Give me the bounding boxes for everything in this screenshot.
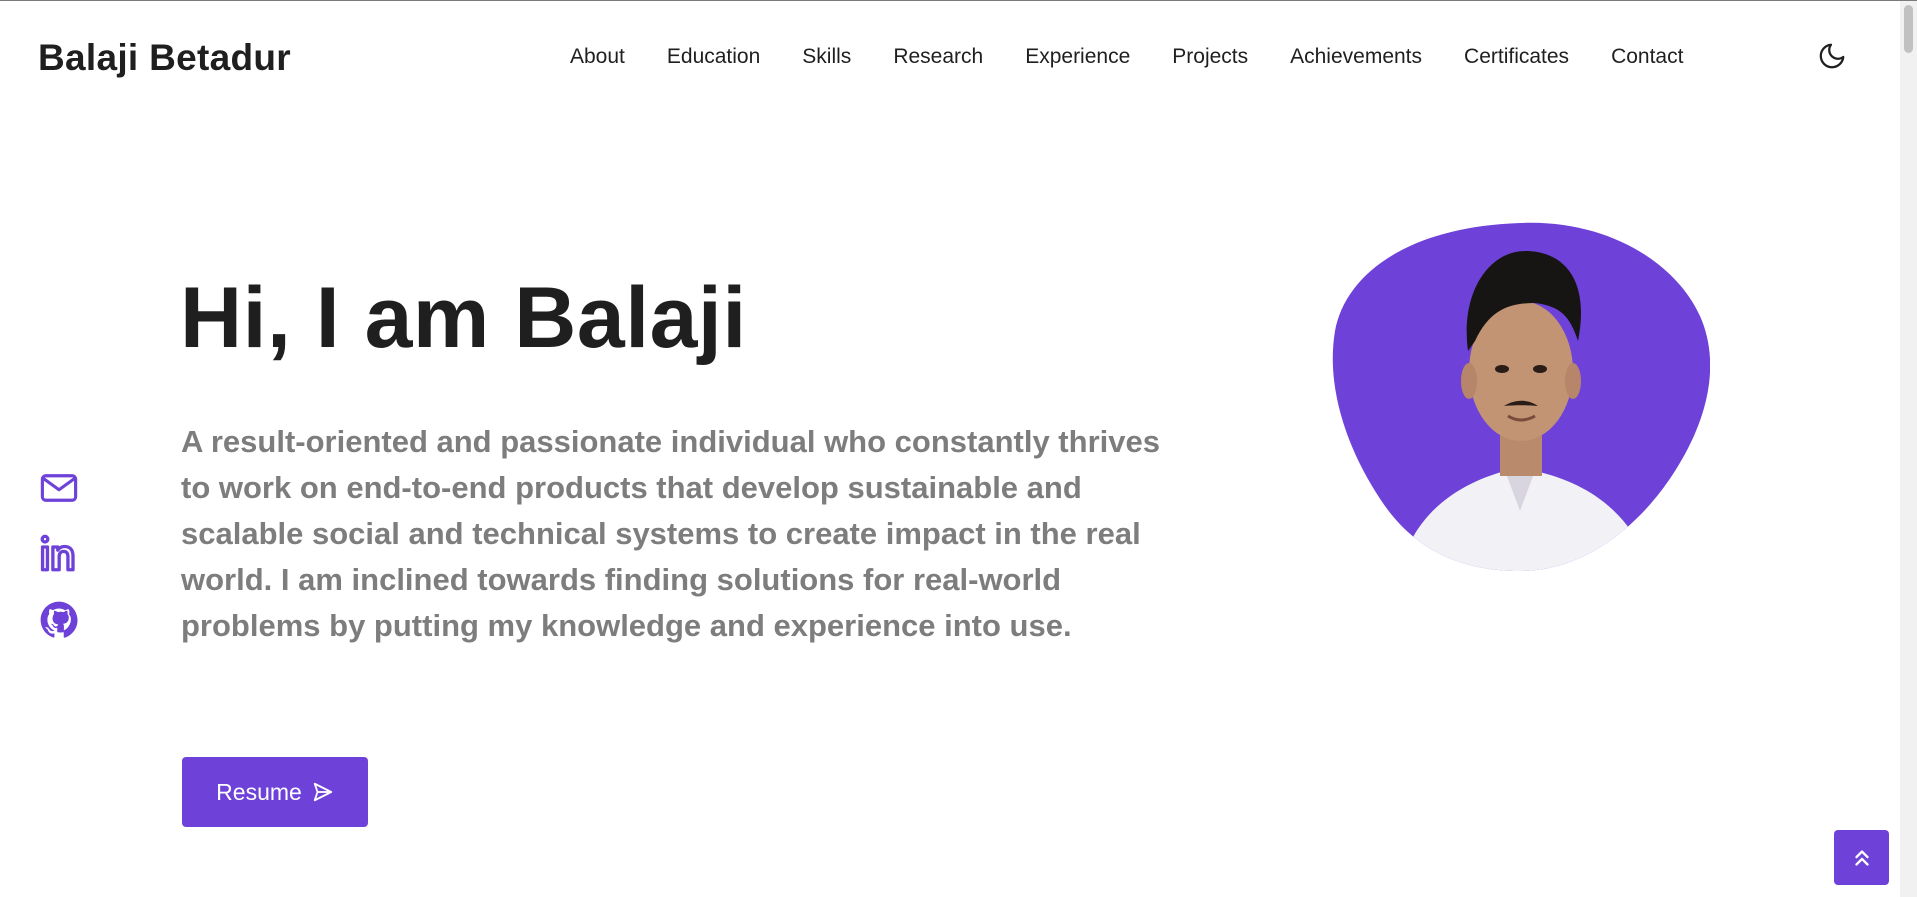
nav-link-certificates[interactable]: Certificates — [1464, 45, 1569, 69]
nav-link-about[interactable]: About — [570, 45, 625, 69]
email-link[interactable] — [38, 467, 80, 509]
send-icon — [313, 782, 332, 802]
hero-title: Hi, I am Balaji — [180, 270, 747, 366]
moon-icon — [1819, 43, 1845, 69]
nav-link-experience[interactable]: Experience — [1025, 45, 1130, 69]
mail-icon — [40, 474, 78, 502]
social-links — [38, 467, 80, 665]
scrollbar-thumb[interactable] — [1904, 5, 1913, 53]
header: Balaji Betadur About Education Skills Re… — [0, 1, 1917, 119]
profile-photo — [1330, 221, 1710, 573]
linkedin-icon — [40, 534, 75, 572]
nav-link-research[interactable]: Research — [893, 45, 983, 69]
brand-logo-text[interactable]: Balaji Betadur — [38, 37, 291, 79]
nav-link-contact[interactable]: Contact — [1611, 45, 1683, 69]
main-nav: About Education Skills Research Experien… — [570, 45, 1683, 69]
github-icon — [40, 601, 78, 638]
nav-link-projects[interactable]: Projects — [1172, 45, 1248, 69]
nav-link-education[interactable]: Education — [667, 45, 760, 69]
linkedin-link[interactable] — [38, 533, 80, 575]
page-scrollbar[interactable] — [1900, 1, 1917, 897]
nav-link-achievements[interactable]: Achievements — [1290, 45, 1422, 69]
scroll-to-top-button[interactable] — [1834, 830, 1889, 885]
github-link[interactable] — [38, 599, 80, 641]
page: Balaji Betadur About Education Skills Re… — [0, 0, 1917, 897]
nav-link-skills[interactable]: Skills — [802, 45, 851, 69]
hero-description: A result-oriented and passionate individ… — [181, 424, 1160, 643]
resume-button[interactable]: Resume — [182, 757, 368, 827]
theme-toggle-button[interactable] — [1817, 41, 1847, 71]
double-chevron-up-icon — [1854, 849, 1869, 866]
resume-button-label: Resume — [216, 778, 302, 805]
